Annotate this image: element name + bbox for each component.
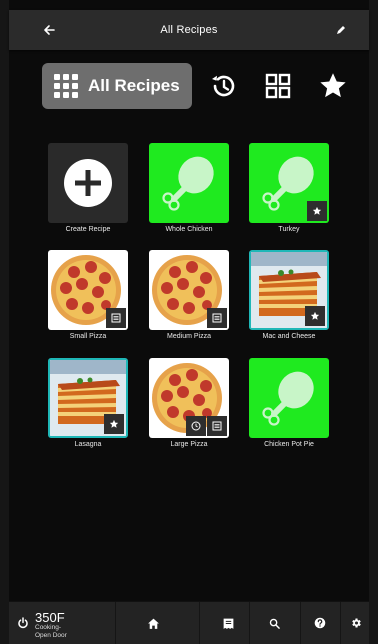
favorite-star-icon (307, 201, 327, 221)
star-icon[interactable] (316, 69, 350, 103)
favorite-star-icon (104, 414, 124, 434)
list-icon (207, 308, 227, 328)
view-selector: All Recipes (42, 63, 362, 109)
recipe-tile-turkey[interactable]: Turkey (249, 143, 329, 233)
power-icon[interactable] (13, 602, 33, 644)
nav-divider (340, 602, 341, 644)
drumstick-icon (162, 156, 214, 211)
recipe-name: Mac and Cheese (262, 333, 316, 340)
recipe-name: Lasagna (74, 441, 102, 448)
recipe-tile-lasagna[interactable]: Lasagna (48, 358, 128, 448)
recipe-tile-medium-pizza[interactable]: Medium Pizza (149, 250, 229, 340)
nav-divider (300, 602, 301, 644)
recipe-tile-chicken-pot-pie[interactable]: Chicken Pot Pie (249, 358, 329, 448)
nav-divider (249, 602, 250, 644)
settings-icon[interactable] (345, 602, 367, 644)
device-edge-left (0, 0, 9, 644)
drumstick-icon (262, 371, 314, 426)
recipe-name: Chicken Pot Pie (264, 441, 314, 448)
search-icon[interactable] (263, 602, 285, 644)
app-screen: All Recipes All Recipes Create Recipe Wh… (0, 0, 378, 644)
top-app-bar: All Recipes (9, 10, 369, 50)
device-edge-right (369, 0, 378, 644)
grid-icon (54, 74, 78, 98)
create-recipe-thumb[interactable] (48, 143, 128, 223)
history-icon[interactable] (206, 69, 240, 103)
recipe-thumb[interactable] (48, 358, 128, 438)
list-icon (106, 308, 126, 328)
recipe-tile-small-pizza[interactable]: Small Pizza (48, 250, 128, 340)
all-recipes-view-label: All Recipes (88, 76, 180, 95)
recipe-name: Small Pizza (69, 333, 107, 340)
recipe-tile-whole-chicken[interactable]: Whole Chicken (149, 143, 229, 233)
home-icon[interactable] (141, 602, 165, 644)
pencil-icon[interactable] (331, 20, 351, 40)
recipe-name: Whole Chicken (165, 226, 213, 233)
recipe-tile-mac-and-cheese[interactable]: Mac and Cheese (249, 250, 329, 340)
recipe-name: Turkey (278, 226, 300, 233)
nav-divider (199, 602, 200, 644)
all-recipes-view-button[interactable]: All Recipes (42, 63, 192, 109)
oven-status[interactable]: 350F Cooking-Open Door (9, 602, 73, 644)
recipe-thumb[interactable] (149, 250, 229, 330)
recipe-thumb[interactable] (149, 143, 229, 223)
help-icon[interactable] (309, 602, 331, 644)
arrow-left-icon[interactable] (39, 20, 59, 40)
page-title: All Recipes (160, 24, 218, 36)
recipe-thumb[interactable] (48, 250, 128, 330)
recipe-name: Large Pizza (170, 441, 208, 448)
recipe-thumb[interactable] (249, 250, 329, 330)
recipe-tile-large-pizza[interactable]: Large Pizza (149, 358, 229, 448)
favorite-star-icon (305, 306, 325, 326)
tiles-icon[interactable] (261, 69, 295, 103)
oven-temperature: 350F (35, 610, 65, 625)
recipe-tile-create[interactable]: Create Recipe (48, 143, 128, 233)
recipe-thumb[interactable] (249, 143, 329, 223)
plus-icon (64, 159, 112, 207)
oven-status-text: Cooking-Open Door (35, 624, 67, 639)
recipe-book-icon[interactable] (216, 602, 240, 644)
nav-divider (115, 602, 116, 644)
recipe-name: Medium Pizza (167, 333, 211, 340)
bottom-nav-bar: 350F Cooking-Open Door (9, 601, 369, 644)
clock-icon (186, 416, 206, 436)
recipe-name: Create Recipe (65, 226, 111, 233)
recipe-thumb[interactable] (249, 358, 329, 438)
recipe-thumb[interactable] (149, 358, 229, 438)
list-icon (207, 416, 227, 436)
